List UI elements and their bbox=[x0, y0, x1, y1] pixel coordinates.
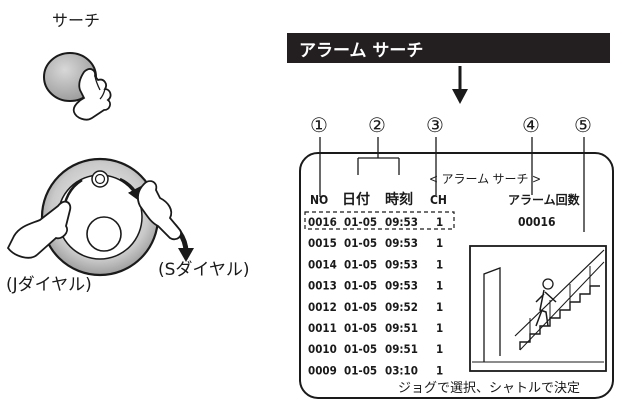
row-date: 01-05 bbox=[344, 321, 377, 335]
row-time: 09:51 bbox=[385, 342, 418, 356]
alarm-count-value: 00016 bbox=[518, 215, 556, 229]
row-date: 01-05 bbox=[344, 236, 377, 250]
callout-5: ⑤ bbox=[574, 113, 592, 137]
row-date: 01-05 bbox=[344, 300, 377, 314]
row-ch: 1 bbox=[436, 342, 443, 356]
row-no: 0015 bbox=[308, 236, 337, 250]
row-time: 09:51 bbox=[385, 321, 418, 335]
camera-image bbox=[469, 245, 607, 372]
row-no: 0013 bbox=[308, 279, 337, 293]
row-ch: 1 bbox=[436, 215, 443, 229]
row-date: 01-05 bbox=[344, 363, 377, 377]
col-alarm-count: アラーム回数 bbox=[508, 192, 581, 207]
row-ch: 1 bbox=[436, 363, 443, 377]
search-button-label: サーチ bbox=[52, 11, 100, 30]
callout-2: ② bbox=[368, 113, 386, 137]
shuttle-dial-label: (Sダイヤル) bbox=[158, 260, 250, 280]
screen-heading: < アラーム サーチ > bbox=[429, 172, 541, 186]
row-no: 0010 bbox=[308, 342, 337, 356]
row-date: 01-05 bbox=[344, 215, 377, 229]
row-time: 09:53 bbox=[385, 236, 418, 250]
callout-1: ① bbox=[310, 113, 328, 137]
screen-footer: ジョグで選択、シャトルで決定 bbox=[398, 381, 580, 396]
monitor-screen: < アラーム サーチ > NO 日付 時刻 CH アラーム回数 00016 00… bbox=[299, 137, 614, 399]
jog-dial-label: (Jダイヤル) bbox=[6, 275, 92, 295]
row-time: 03:10 bbox=[385, 363, 418, 377]
callout-numbers: ① ② ③ ④ ⑤ bbox=[310, 113, 592, 137]
row-time: 09:52 bbox=[385, 300, 418, 314]
row-time: 09:53 bbox=[385, 279, 418, 293]
row-no: 0014 bbox=[308, 257, 337, 271]
jog-shuttle-dial[interactable]: (Jダイヤル) (Sダイヤル) bbox=[6, 157, 250, 295]
row-no: 0012 bbox=[308, 300, 337, 314]
row-date: 01-05 bbox=[344, 342, 377, 356]
col-no: NO bbox=[310, 193, 328, 207]
row-ch: 1 bbox=[436, 236, 443, 250]
row-ch: 1 bbox=[436, 257, 443, 271]
row-no: 0011 bbox=[308, 321, 337, 335]
col-date: 日付 bbox=[342, 191, 370, 208]
row-ch: 1 bbox=[436, 279, 443, 293]
row-no: 0016 bbox=[308, 215, 337, 229]
col-time: 時刻 bbox=[385, 191, 413, 208]
row-ch: 1 bbox=[436, 300, 443, 314]
alarm-search-banner: アラーム サーチ bbox=[287, 33, 610, 104]
search-button-group: サーチ bbox=[43, 11, 112, 121]
col-ch: CH bbox=[430, 193, 447, 207]
callout-4: ④ bbox=[522, 113, 540, 137]
row-date: 01-05 bbox=[344, 257, 377, 271]
banner-title: アラーム サーチ bbox=[299, 41, 423, 61]
row-date: 01-05 bbox=[344, 279, 377, 293]
row-ch: 1 bbox=[436, 321, 443, 335]
row-time: 09:53 bbox=[385, 215, 418, 229]
row-time: 09:53 bbox=[385, 257, 418, 271]
callout-3: ③ bbox=[426, 113, 444, 137]
row-no: 0009 bbox=[308, 363, 337, 377]
jog-knob[interactable] bbox=[86, 216, 122, 252]
